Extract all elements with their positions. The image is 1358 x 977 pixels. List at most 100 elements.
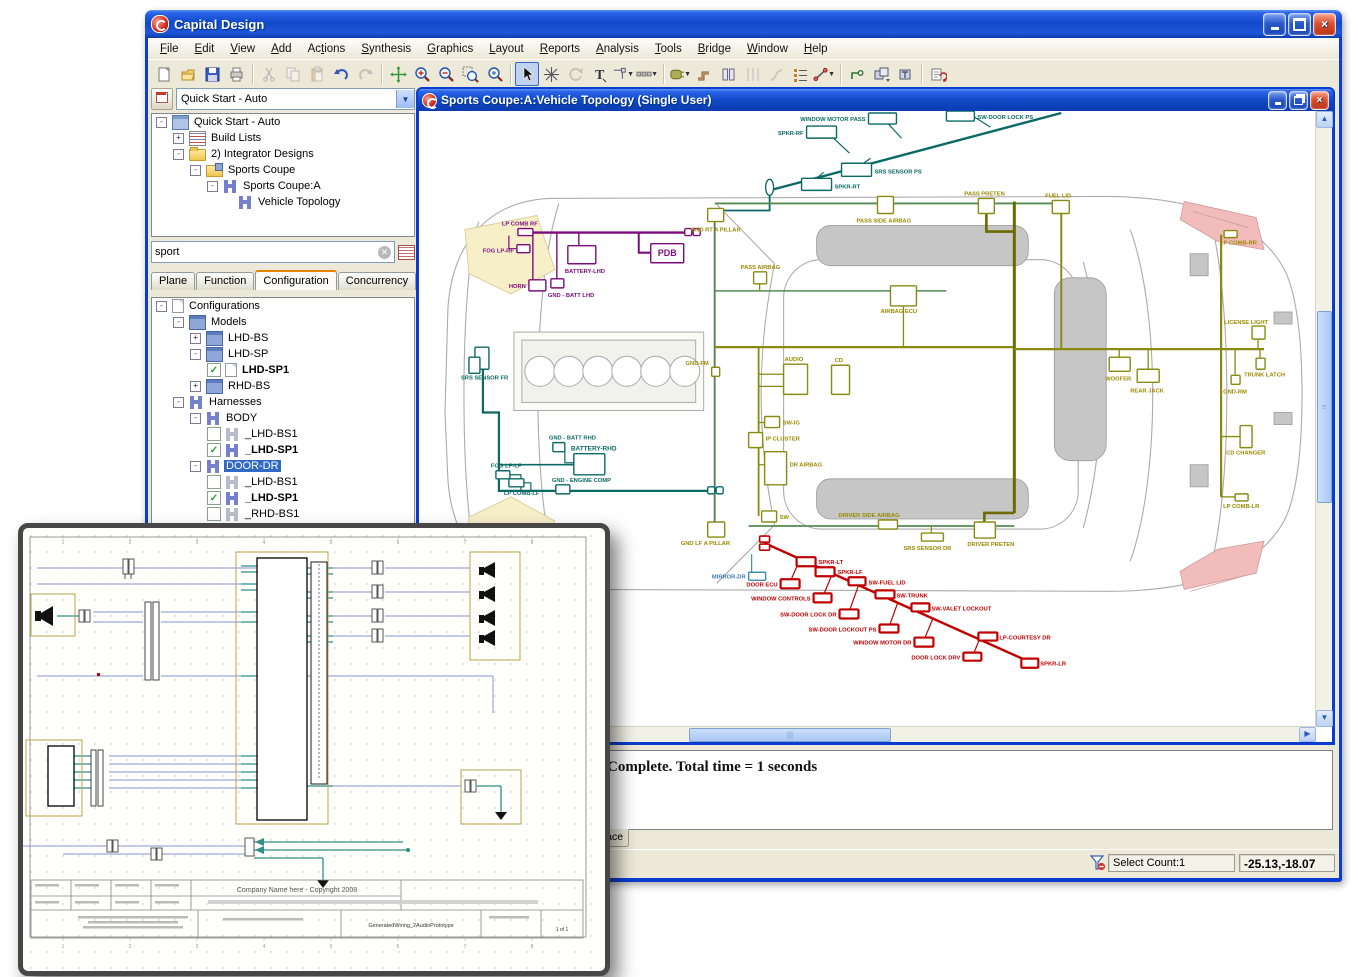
- toolbar-zoom-fit[interactable]: [482, 62, 506, 86]
- menu-bridge[interactable]: Bridge: [690, 41, 739, 57]
- collapse-icon[interactable]: -: [156, 301, 167, 312]
- config-tree-item--lhd-bs1[interactable]: _LHD-BS1: [152, 426, 414, 442]
- menu-file[interactable]: File: [152, 41, 187, 57]
- tab-concurrency[interactable]: Concurrency: [338, 272, 416, 290]
- config-tree-item-lhd-sp1[interactable]: ✓LHD-SP1: [152, 362, 414, 378]
- config-tree-item-lhd-sp[interactable]: -LHD-SP: [152, 346, 414, 362]
- topology-component-fog-lp-lf[interactable]: FOG LP-LF: [491, 464, 522, 479]
- tab-configuration[interactable]: Configuration: [255, 270, 336, 290]
- topology-component-sw-trunk[interactable]: SW-TRUNK: [875, 590, 928, 599]
- clear-search-icon[interactable]: ✕: [378, 246, 391, 259]
- menu-edit[interactable]: Edit: [187, 41, 223, 57]
- topology-component-window-motor-dr[interactable]: WINDOW MOTOR DR: [853, 638, 933, 647]
- menu-view[interactable]: View: [222, 41, 263, 57]
- toolbar-save[interactable]: [200, 62, 224, 86]
- topology-component-mirror-dr[interactable]: MIRROR-DR: [712, 572, 766, 580]
- scroll-up-icon[interactable]: ▲: [1316, 111, 1333, 128]
- topology-component-sw-ig[interactable]: SW-IG: [765, 416, 801, 427]
- collapse-icon[interactable]: -: [190, 165, 201, 176]
- config-tree-item-configurations[interactable]: -Configurations: [152, 298, 414, 314]
- config-tree-item-models[interactable]: -Models: [152, 314, 414, 330]
- vertical-scrollbar[interactable]: ▲ ≡ ▼: [1315, 111, 1332, 727]
- toolbar-zoom-window[interactable]: [458, 62, 482, 86]
- topology-component-rear-jack[interactable]: REAR JACK: [1130, 369, 1165, 394]
- topology-component-spkr-rf[interactable]: SPKR-RF: [778, 126, 837, 138]
- topology-component-pass-side-airbag[interactable]: PASS SIDE AIRBAG: [857, 196, 912, 224]
- scope-dropdown[interactable]: Quick Start - Auto ▼: [176, 88, 415, 110]
- collapse-icon[interactable]: -: [190, 413, 201, 424]
- filter-icon[interactable]: [1090, 855, 1106, 871]
- topology-component[interactable]: [469, 357, 480, 373]
- topology-component-battery-lhd[interactable]: BATTERY-LHD: [565, 246, 605, 275]
- vscroll-thumb[interactable]: ≡: [1317, 311, 1332, 503]
- topology-component-spkr-rt[interactable]: SPKR-RT: [802, 178, 861, 190]
- scroll-down-icon[interactable]: ▼: [1316, 710, 1333, 727]
- expand-icon[interactable]: +: [190, 381, 201, 392]
- project-tree-item-quick-start-auto[interactable]: -Quick Start - Auto: [152, 114, 414, 130]
- toolbar-undo[interactable]: [329, 62, 353, 86]
- child-restore-button[interactable]: [1289, 91, 1308, 110]
- topology-component-audio[interactable]: AUDIO: [784, 357, 808, 394]
- toolbar-open[interactable]: [176, 62, 200, 86]
- advanced-search-icon[interactable]: [398, 245, 415, 260]
- topology-component-woofer[interactable]: WOOFER: [1105, 357, 1132, 382]
- collapse-icon[interactable]: -: [173, 149, 184, 160]
- config-tree-item--rhd-bs1[interactable]: _RHD-BS1: [152, 506, 414, 522]
- topology-component-gnd-rt-a-pillar[interactable]: GND RT A PILLAR: [691, 208, 742, 233]
- config-tree-item-body[interactable]: -BODY: [152, 410, 414, 426]
- chevron-down-icon[interactable]: ▼: [828, 71, 835, 78]
- config-tree-item-harnesses[interactable]: -Harnesses: [152, 394, 414, 410]
- topology-component-battery-rhd[interactable]: BATTERY-RHD: [571, 446, 617, 475]
- topology-component-srs-sensor-ps[interactable]: SRS SENSOR PS: [842, 163, 922, 176]
- menu-graphics[interactable]: Graphics: [419, 41, 481, 57]
- tab-plane[interactable]: Plane: [151, 272, 195, 290]
- menu-reports[interactable]: Reports: [532, 41, 588, 57]
- topology-component-ip-cluster[interactable]: IP CLUSTER: [749, 433, 801, 448]
- topology-component-gnd-batt-lhd[interactable]: GND - BATT LHD: [548, 279, 594, 299]
- toolbar-dimension[interactable]: ▼: [611, 62, 635, 86]
- toolbar-print[interactable]: [224, 62, 248, 86]
- topology-component-lp-comb-lf[interactable]: LP COMB-LF: [504, 479, 540, 497]
- topology-component-spkr-lr[interactable]: SPKR-LR: [1021, 659, 1066, 668]
- menu-analysis[interactable]: Analysis: [588, 41, 647, 57]
- project-tree-item-vehicle-topology[interactable]: Vehicle Topology: [152, 194, 414, 210]
- collapse-icon[interactable]: -: [156, 117, 167, 128]
- topology-component-window-controls[interactable]: WINDOW CONTROLS: [751, 593, 831, 602]
- topology-component-sw[interactable]: SW: [762, 511, 790, 522]
- menu-layout[interactable]: Layout: [481, 41, 532, 57]
- checkbox-checked[interactable]: ✓: [207, 491, 221, 505]
- expand-icon[interactable]: +: [190, 333, 201, 344]
- menu-window[interactable]: Window: [739, 41, 796, 57]
- workspace-icon-button[interactable]: [151, 88, 173, 110]
- checkbox-checked[interactable]: ✓: [207, 363, 221, 377]
- chevron-down-icon[interactable]: ▼: [396, 90, 414, 108]
- config-tree-item-rhd-bs[interactable]: +RHD-BS: [152, 378, 414, 394]
- collapse-icon[interactable]: -: [190, 461, 201, 472]
- project-tree-item-sports-coupe-a[interactable]: -Sports Coupe:A: [152, 178, 414, 194]
- toolbar-options-dots[interactable]: ▼: [635, 62, 659, 86]
- config-tree-item--lhd-sp1[interactable]: ✓_LHD-SP1: [152, 442, 414, 458]
- project-tree-item-2-integrator-designs[interactable]: -2) Integrator Designs: [152, 146, 414, 162]
- topology-component-window-motor-pass[interactable]: WINDOW MOTOR PASS: [800, 113, 896, 124]
- toolbar-text-tool[interactable]: T: [587, 62, 611, 86]
- menu-actions[interactable]: Actions: [300, 41, 354, 57]
- topology-component-sw-door-lock-dr[interactable]: SW-DOOR LOCK DR: [780, 609, 858, 618]
- checkbox-checked[interactable]: ✓: [207, 443, 221, 457]
- topology-component-trunk-latch[interactable]: TRUNK LATCH: [1244, 358, 1285, 378]
- config-tree-item--lhd-sp1[interactable]: ✓_LHD-SP1: [152, 490, 414, 506]
- toolbar-columns[interactable]: [716, 62, 740, 86]
- topology-component-sw-door-lock-ps[interactable]: SW-DOOR LOCK PS: [946, 111, 1033, 121]
- topology-component-dr-airbag[interactable]: DR AIRBAG: [765, 452, 823, 485]
- chevron-down-icon[interactable]: ▼: [684, 71, 691, 78]
- collapse-icon[interactable]: -: [207, 181, 218, 192]
- toolbar-route[interactable]: [692, 62, 716, 86]
- collapse-icon[interactable]: -: [173, 317, 184, 328]
- topology-component-spkr-lf[interactable]: SPKR-LF: [816, 567, 863, 576]
- config-tree-item--lhd-bs1[interactable]: _LHD-BS1: [152, 474, 414, 490]
- toolbar-select-cursor[interactable]: [515, 62, 539, 86]
- toolbar-wire-tool[interactable]: ▼: [812, 62, 836, 86]
- search-input[interactable]: sport ✕: [151, 241, 395, 263]
- topology-component-door-lock-drv[interactable]: DOOR LOCK DRV: [911, 653, 981, 662]
- menu-tools[interactable]: Tools: [647, 41, 690, 57]
- checkbox-unchecked[interactable]: [207, 427, 221, 441]
